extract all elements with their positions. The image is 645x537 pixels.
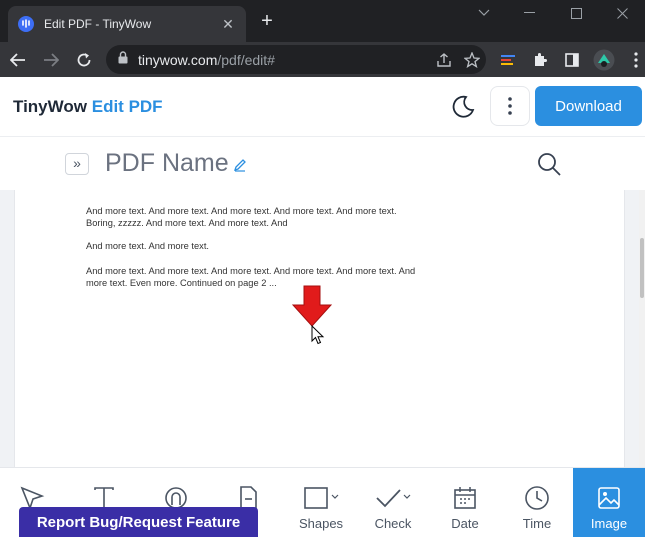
- tool-date[interactable]: Date: [429, 468, 501, 537]
- brand-logo[interactable]: TinyWow Edit PDF: [13, 97, 163, 117]
- report-bug-button[interactable]: Report Bug/Request Feature: [19, 507, 258, 537]
- extension-colorful-icon[interactable]: [492, 45, 524, 74]
- address-bar[interactable]: tinywow.com/pdf/edit#: [106, 45, 486, 74]
- tab-title: Edit PDF - TinyWow: [44, 17, 152, 31]
- tab-search-chevron-icon[interactable]: [461, 0, 507, 26]
- pdf-paragraph[interactable]: And more text. And more text. And more t…: [86, 265, 416, 289]
- red-down-arrow-icon: [292, 285, 332, 327]
- tool-shapes[interactable]: Shapes: [285, 468, 357, 537]
- page-scrollbar[interactable]: [639, 190, 645, 467]
- browser-tab[interactable]: Edit PDF - TinyWow ✕: [8, 6, 246, 42]
- more-vertical-icon: [508, 97, 512, 115]
- reload-icon[interactable]: [69, 45, 99, 75]
- url-text: tinywow.com/pdf/edit#: [138, 51, 275, 68]
- close-window-icon[interactable]: [599, 0, 645, 26]
- tinywow-favicon-icon: [18, 16, 34, 32]
- tool-image[interactable]: Image: [573, 468, 645, 537]
- minimize-icon[interactable]: [507, 0, 553, 26]
- mouse-cursor-icon: [311, 325, 325, 345]
- back-arrow-icon[interactable]: [3, 45, 33, 75]
- window-controls: [461, 0, 645, 26]
- forward-arrow-icon[interactable]: [36, 45, 66, 75]
- check-icon: [376, 489, 411, 508]
- browser-toolbar: tinywow.com/pdf/edit#: [0, 42, 645, 77]
- edit-pencil-icon[interactable]: [233, 158, 247, 172]
- pdf-paragraph[interactable]: And more text. And more text.: [86, 240, 416, 252]
- new-tab-icon[interactable]: +: [256, 10, 278, 32]
- app-header: TinyWow Edit PDF Download: [0, 77, 645, 137]
- side-panel-icon[interactable]: [556, 45, 588, 74]
- dark-mode-moon-icon[interactable]: [450, 94, 476, 120]
- more-options-button[interactable]: [490, 86, 530, 126]
- extensions-area: [492, 45, 645, 74]
- pdf-name-title[interactable]: PDF Name: [105, 149, 229, 178]
- pdf-canvas: And more text. And more text. And more t…: [0, 190, 645, 467]
- extensions-puzzle-icon[interactable]: [524, 45, 556, 74]
- pdf-name-bar: » PDF Name: [0, 138, 645, 190]
- chrome-menu-icon[interactable]: [620, 45, 645, 74]
- profile-avatar-icon[interactable]: [588, 45, 620, 74]
- bookmark-star-icon[interactable]: [458, 46, 486, 74]
- tab-close-icon[interactable]: ✕: [220, 16, 236, 33]
- lock-icon[interactable]: [118, 50, 128, 69]
- search-icon[interactable]: [536, 151, 562, 177]
- share-icon[interactable]: [430, 46, 458, 74]
- scrollbar-thumb[interactable]: [640, 238, 644, 298]
- browser-tab-strip: Edit PDF - TinyWow ✕ +: [0, 0, 645, 42]
- maximize-icon[interactable]: [553, 0, 599, 26]
- shapes-icon: [304, 487, 339, 509]
- image-icon: [598, 487, 620, 509]
- clock-icon: [525, 486, 549, 510]
- download-button[interactable]: Download: [535, 86, 642, 126]
- expand-sidebar-icon[interactable]: »: [65, 153, 89, 175]
- tool-time[interactable]: Time: [501, 468, 573, 537]
- calendar-icon: [454, 487, 476, 509]
- tool-check[interactable]: Check: [357, 468, 429, 537]
- pdf-paragraph[interactable]: And more text. And more text. And more t…: [86, 205, 416, 229]
